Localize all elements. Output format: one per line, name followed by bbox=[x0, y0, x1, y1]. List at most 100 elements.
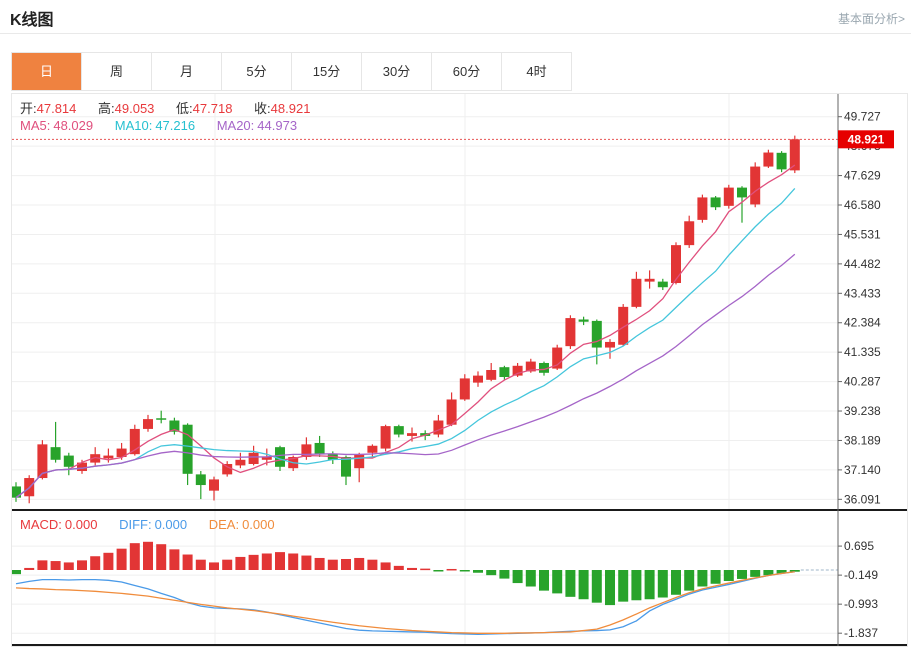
macd-bar bbox=[790, 570, 800, 572]
macd-bar bbox=[499, 570, 509, 579]
tab-5min[interactable]: 5分 bbox=[222, 53, 292, 90]
macd-axis-label: 0.695 bbox=[844, 539, 874, 553]
macd-bar bbox=[447, 569, 457, 571]
macd-bar bbox=[64, 562, 74, 570]
header-divider bbox=[0, 33, 911, 34]
macd-bar bbox=[301, 556, 311, 570]
macd-bar bbox=[235, 557, 245, 570]
macd-bar bbox=[513, 570, 523, 583]
macd-bar bbox=[631, 570, 641, 600]
macd-bar bbox=[222, 560, 232, 570]
candle-body bbox=[592, 321, 602, 348]
ohlc-legend: 开:47.814 高:49.053 低:47.718 收:48.921 bbox=[20, 98, 328, 117]
macd-bar bbox=[526, 570, 536, 587]
macd-bar bbox=[130, 543, 140, 570]
macd-bar bbox=[143, 542, 153, 570]
macd-bar bbox=[671, 570, 681, 595]
diff-label: DIFF: bbox=[119, 517, 152, 532]
candle-body bbox=[433, 421, 443, 435]
macd-bar bbox=[565, 570, 575, 597]
macd-bar bbox=[156, 544, 166, 570]
fundamental-analysis-link[interactable]: 基本面分析> bbox=[838, 10, 905, 27]
tab-week[interactable]: 周 bbox=[82, 53, 152, 90]
candle-body bbox=[499, 367, 509, 377]
ma20-label: MA20: bbox=[217, 118, 255, 133]
macd-bar bbox=[420, 569, 430, 571]
macd-bar bbox=[605, 570, 615, 605]
candle-body bbox=[235, 460, 245, 466]
macd-bar bbox=[196, 560, 206, 570]
macd-bar bbox=[658, 570, 668, 598]
candle-body bbox=[183, 425, 193, 474]
y-axis-label: 40.287 bbox=[844, 375, 881, 389]
period-tabbar: 日 周 月 5分 15分 30分 60分 4时 bbox=[11, 52, 572, 91]
chart-container: 49.72748.67847.62946.58045.53144.48243.4… bbox=[11, 93, 908, 647]
candle-body bbox=[275, 447, 285, 467]
macd-bar bbox=[90, 556, 100, 570]
macd-bar bbox=[473, 570, 483, 573]
macd-label: MACD: bbox=[20, 517, 62, 532]
macd-bar bbox=[341, 559, 351, 570]
macd-bar bbox=[209, 562, 219, 570]
candle-body bbox=[658, 282, 668, 288]
candle-body bbox=[143, 419, 153, 429]
tab-15min[interactable]: 15分 bbox=[292, 53, 362, 90]
macd-bar bbox=[51, 561, 61, 570]
candle-body bbox=[367, 446, 377, 453]
macd-value: 0.000 bbox=[65, 517, 98, 532]
macd-axis-label: -0.993 bbox=[844, 597, 878, 611]
macd-bar bbox=[697, 570, 707, 587]
y-axis-label: 42.384 bbox=[844, 316, 881, 330]
y-axis-label: 39.238 bbox=[844, 404, 881, 418]
macd-bar bbox=[381, 562, 391, 570]
candle-body bbox=[51, 447, 61, 460]
macd-legend: MACD:0.000 DIFF:0.000 DEA:0.000 bbox=[20, 517, 293, 532]
macd-bar bbox=[169, 549, 179, 570]
ma5-value: 48.029 bbox=[53, 118, 93, 133]
candle-body bbox=[486, 370, 496, 380]
y-axis-label: 47.629 bbox=[844, 169, 881, 183]
tab-60min[interactable]: 60分 bbox=[432, 53, 502, 90]
macd-bar bbox=[77, 560, 87, 570]
macd-bar bbox=[539, 570, 549, 591]
candle-body bbox=[565, 318, 575, 346]
dea-value: 0.000 bbox=[242, 517, 275, 532]
candle-body bbox=[645, 279, 655, 282]
candle-body bbox=[671, 245, 681, 283]
macd-axis-label: -0.149 bbox=[844, 568, 878, 582]
candle-body bbox=[605, 342, 615, 348]
candle-body bbox=[196, 474, 206, 485]
candle-body bbox=[697, 197, 707, 219]
macd-bar bbox=[460, 570, 470, 572]
candle-body bbox=[737, 188, 747, 198]
tab-4hour[interactable]: 4时 bbox=[502, 53, 571, 90]
candle-body bbox=[12, 486, 21, 497]
macd-bar bbox=[103, 553, 113, 570]
candle-body bbox=[750, 167, 760, 205]
macd-bar bbox=[737, 570, 747, 579]
tab-month[interactable]: 月 bbox=[152, 53, 222, 90]
y-axis-label: 43.433 bbox=[844, 286, 881, 300]
candle-body bbox=[763, 153, 773, 167]
macd-bar bbox=[394, 566, 404, 570]
macd-bar bbox=[117, 549, 127, 570]
macd-bar bbox=[24, 568, 34, 570]
macd-bar bbox=[367, 560, 377, 570]
candle-body bbox=[711, 197, 721, 207]
candle-body bbox=[103, 456, 113, 459]
macd-bar bbox=[579, 570, 589, 599]
candle-body bbox=[777, 153, 787, 170]
macd-bar bbox=[12, 570, 21, 574]
macd-bar bbox=[486, 570, 496, 575]
candle-body bbox=[222, 464, 232, 474]
ma20-line bbox=[16, 254, 795, 497]
candle-body bbox=[407, 433, 417, 436]
tab-day[interactable]: 日 bbox=[12, 53, 82, 90]
kline-chart[interactable]: 49.72748.67847.62946.58045.53144.48243.4… bbox=[12, 94, 907, 646]
candle-body bbox=[354, 454, 364, 468]
tab-30min[interactable]: 30分 bbox=[362, 53, 432, 90]
macd-bar bbox=[618, 570, 628, 602]
candle-body bbox=[724, 188, 734, 206]
high-label: 高: bbox=[98, 101, 115, 116]
macd-bar bbox=[724, 570, 734, 581]
